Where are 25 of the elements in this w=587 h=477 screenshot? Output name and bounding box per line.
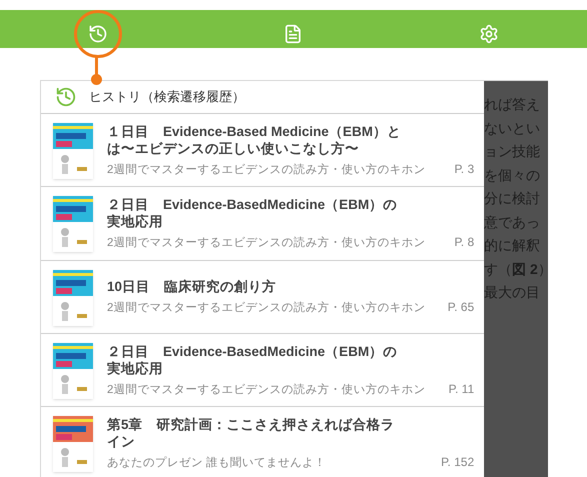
- book-title: 2週間でマスターするエビデンスの読み方・使い方のキホン: [107, 382, 426, 398]
- item-title: ２日目 Evidence-BasedMedicine（EBM）の実地応用: [107, 342, 398, 376]
- book-title: 2週間でマスターするエビデンスの読み方・使い方のキホン: [107, 162, 426, 178]
- page-number: P. 8: [454, 234, 474, 252]
- page-number: P. 152: [440, 454, 474, 471]
- item-title: ２日目 Evidence-BasedMedicine（EBM）の実地応用: [107, 196, 398, 230]
- book-title: 2週間でマスターするエビデンスの読み方・使い方のキホン: [107, 300, 426, 316]
- panel-title: ヒストリ（検索遷移履歴）: [89, 88, 245, 106]
- item-title: １日目 Evidence-Based Medicine（EBM）とは〜エビデンスの正しい使いこなし方〜: [107, 123, 402, 157]
- book-title: 2週間でマスターするエビデンスの読み方・使い方のキホン: [107, 235, 426, 252]
- settings-icon[interactable]: [479, 24, 500, 44]
- history-item[interactable]: 10日目 臨床研究の創り方 2週間でマスターするエビデンスの読み方・使い方のキホン P. 65: [41, 260, 484, 334]
- history-icon[interactable]: [88, 24, 108, 44]
- history-icon: [55, 86, 77, 108]
- history-item[interactable]: １日目 Evidence-Based Medicine（EBM）とは〜エビデンスの正しい使いこなし方〜 2週間でマスターするエビデンスの読み方・使い方のキホン P. 3: [41, 114, 484, 188]
- history-item[interactable]: ２日目 Evidence-BasedMedicine（EBM）の実地応用 2週間でマスターするエビデンスの読み方・使い方のキホン P. 11: [41, 334, 484, 407]
- page-number: P. 3: [454, 161, 474, 178]
- item-title: 第5章 研究計画：ここさえ押さえれば合格ライン: [107, 416, 396, 450]
- page-number: P. 65: [448, 298, 474, 316]
- document-icon[interactable]: [283, 24, 304, 44]
- item-title: 10日目 臨床研究の創り方: [107, 278, 278, 295]
- history-item[interactable]: ２日目 Evidence-BasedMedicine（EBM）の実地応用 2週間でマスターするエビデンスの読み方・使い方のキホン P. 8: [41, 187, 484, 260]
- history-item[interactable]: 第5章 研究計画：ここさえ押さえれば合格ライン あなたのプレゼン 誰も聞いてませんよ！ P. 152: [41, 406, 484, 477]
- book-title: あなたのプレゼン 誰も聞いてませんよ！: [107, 455, 326, 471]
- page-number: P. 11: [448, 380, 474, 398]
